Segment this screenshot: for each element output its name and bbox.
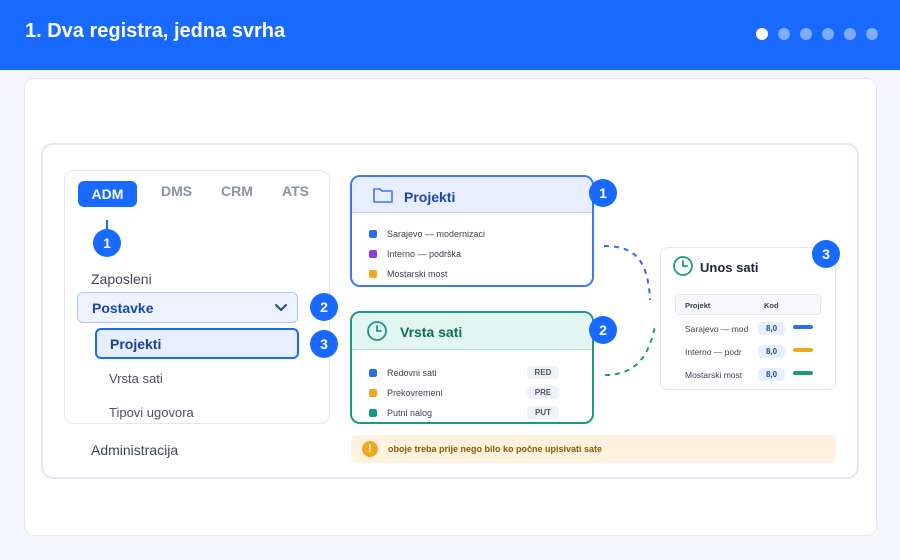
nav-subitem-tipovi-ugovora[interactable]: Tipovi ugovora <box>109 405 194 420</box>
list-item-label: Redovni sati <box>387 367 437 378</box>
tab-crm[interactable]: CRM <box>221 183 253 199</box>
code-pill: PUT <box>527 406 559 419</box>
projekti-card: Projekti Sarajevo — modernizaci Interno … <box>350 175 594 287</box>
slide-header: 1. Dva registra, jedna svrha <box>0 0 900 70</box>
unos-sati-title: Unos sati <box>700 260 759 275</box>
color-square-icon <box>369 368 377 377</box>
table-row-value: 8,0 <box>758 368 785 381</box>
list-item: Mostarski most <box>369 269 448 279</box>
clock-icon <box>673 256 693 276</box>
color-square-icon <box>369 270 377 278</box>
list-item-label: Mostarski most <box>387 269 448 279</box>
table-row-projekt: Interno — podr <box>685 347 742 357</box>
list-item-label: Prekovremeni <box>387 387 443 398</box>
list-item: Redovni sati RED <box>369 366 559 379</box>
slide-title: 1. Dva registra, jedna svrha <box>25 20 286 42</box>
step-badge-projekti: 3 <box>310 330 338 358</box>
step-badge-postavke: 2 <box>310 293 338 321</box>
nav-subitem-projekti-label: Projekti <box>110 336 162 352</box>
slide-pagination <box>756 28 878 40</box>
table-row-value: 8,0 <box>758 322 785 335</box>
folder-icon <box>373 188 393 203</box>
step-badge-projekti-card: 1 <box>589 179 617 207</box>
nav-item-zaposleni[interactable]: Zaposleni <box>91 271 152 287</box>
code-pill: RED <box>527 366 559 379</box>
code-pill: PRE <box>527 386 559 399</box>
vrsta-sati-card-header: Vrsta sati <box>352 313 592 350</box>
nav-item-postavke-label: Postavke <box>92 300 154 316</box>
column-header-kod: Kod <box>764 301 779 310</box>
column-header-projekt: Projekt <box>685 301 711 310</box>
info-icon: ! <box>362 441 378 457</box>
vrsta-sati-card-title: Vrsta sati <box>400 324 463 340</box>
nav-item-administracija[interactable]: Administracija <box>91 442 178 458</box>
chevron-down-icon <box>275 304 287 311</box>
tab-ats[interactable]: ATS <box>282 183 309 199</box>
slide-dot-1[interactable] <box>756 28 768 40</box>
color-square-icon <box>369 250 377 258</box>
list-item: Sarajevo — modernizaci <box>369 229 485 239</box>
slide-dot-2[interactable] <box>778 28 790 40</box>
dashed-connectors <box>603 245 656 376</box>
table-row-projekt: Sarajevo — mod <box>685 324 749 334</box>
step-badge-unos-sati: 3 <box>812 240 840 268</box>
slide-dot-5[interactable] <box>844 28 856 40</box>
list-item: Prekovremeni PRE <box>369 386 559 399</box>
list-item: Putni nalog PUT <box>369 406 559 419</box>
list-item-label: Putni nalog <box>387 407 433 418</box>
step-badge-adm: 1 <box>93 229 121 257</box>
list-item-label: Interno — podrška <box>387 249 462 259</box>
color-square-icon <box>369 408 377 417</box>
table-row-value: 8,0 <box>758 345 785 358</box>
table-row-projekt: Mostarski most <box>685 370 743 380</box>
tab-adm[interactable]: ADM <box>78 181 137 207</box>
color-square-icon <box>369 388 377 397</box>
nav-item-postavke[interactable]: Postavke <box>77 292 298 323</box>
clock-icon <box>367 321 387 341</box>
color-bar <box>793 348 813 352</box>
list-item: Interno — podrška <box>369 249 461 259</box>
slide-dot-3[interactable] <box>800 28 812 40</box>
projekti-card-header: Projekti <box>352 177 592 213</box>
nav-subitem-projekti[interactable]: Projekti <box>95 328 299 359</box>
info-note-text: oboje treba prije nego bilo ko počne upi… <box>388 444 603 454</box>
tab-dms[interactable]: DMS <box>161 183 192 199</box>
info-note: ! oboje treba prije nego bilo ko počne u… <box>351 435 836 463</box>
slide-dot-6[interactable] <box>866 28 878 40</box>
slide-dot-4[interactable] <box>822 28 834 40</box>
color-bar <box>793 325 813 329</box>
vrsta-sati-card: Vrsta sati Redovni sati RED Prekovremeni… <box>350 311 594 424</box>
nav-subitem-vrsta-sati[interactable]: Vrsta sati <box>109 371 163 386</box>
projekti-card-title: Projekti <box>404 189 456 205</box>
color-bar <box>793 371 813 375</box>
color-square-icon <box>369 230 377 238</box>
list-item-label: Sarajevo — modernizaci <box>387 229 486 239</box>
